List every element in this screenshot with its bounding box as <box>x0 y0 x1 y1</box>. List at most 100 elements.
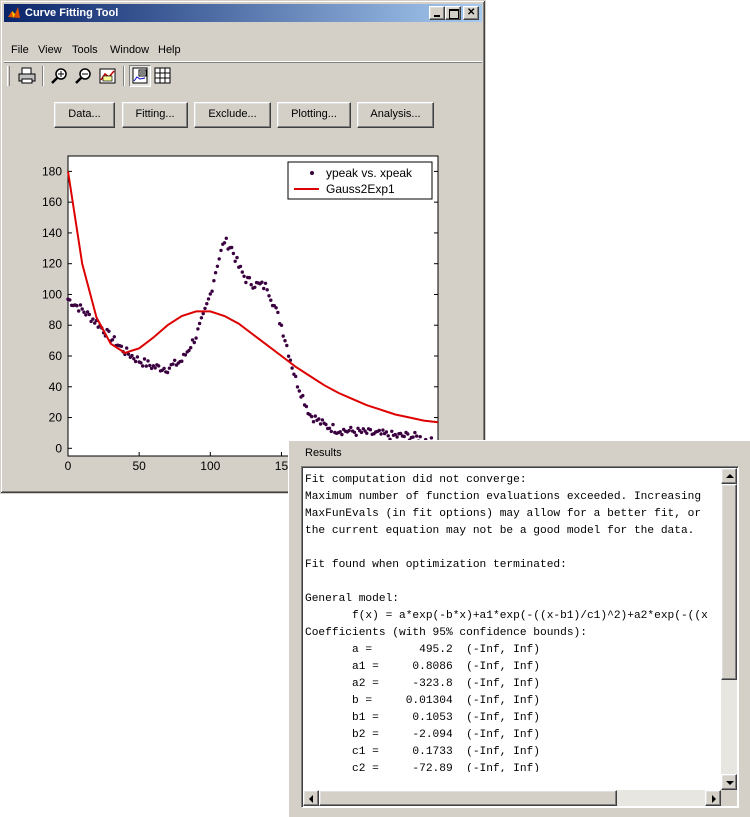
data-point <box>87 312 92 317</box>
data-point <box>144 364 148 368</box>
data-point <box>340 432 344 437</box>
data-point <box>274 306 278 310</box>
data-point <box>320 418 325 422</box>
legend-label-fit: Gauss2Exp1 <box>326 182 395 196</box>
data-point <box>180 359 184 363</box>
x-tick-label: 15 <box>275 459 289 473</box>
data-point <box>253 285 257 289</box>
data-point <box>386 434 390 438</box>
data-point <box>368 428 373 432</box>
y-tick-label: 180 <box>42 164 62 178</box>
data-point <box>197 321 202 326</box>
data-point <box>265 288 269 292</box>
data-point <box>301 393 305 398</box>
data-point <box>173 358 177 362</box>
data-point <box>263 281 268 285</box>
data-point <box>222 241 227 245</box>
data-point <box>146 359 150 363</box>
results-label: Results <box>305 447 342 459</box>
data-point <box>329 429 333 434</box>
horizontal-scroll-thumb[interactable] <box>319 790 617 806</box>
data-point <box>269 298 273 302</box>
data-point <box>206 297 211 301</box>
data-point <box>139 361 143 365</box>
data-point <box>205 302 209 306</box>
data-point <box>283 339 287 343</box>
data-point <box>80 307 84 311</box>
data-point <box>125 346 129 350</box>
scroll-down-button[interactable] <box>721 774 737 790</box>
data-point <box>324 422 328 427</box>
data-point <box>235 255 239 260</box>
data-point <box>285 343 289 348</box>
data-point <box>130 353 134 358</box>
y-tick-label: 140 <box>42 226 62 240</box>
data-point <box>199 316 204 320</box>
data-point <box>313 414 317 418</box>
data-point <box>157 364 161 368</box>
data-point <box>276 310 280 315</box>
data-point <box>311 420 316 424</box>
data-point <box>119 344 124 348</box>
data-point <box>91 317 95 321</box>
data-point <box>231 251 236 256</box>
scroll-right-button[interactable] <box>705 790 721 806</box>
arrow-right-icon <box>712 795 716 803</box>
data-point <box>286 354 291 358</box>
data-point <box>390 429 394 433</box>
vertical-scrollbar[interactable] <box>721 468 737 790</box>
data-point <box>75 304 79 308</box>
data-point <box>84 313 88 317</box>
data-point <box>78 303 83 307</box>
x-tick-label: 0 <box>65 459 72 473</box>
arrow-up-icon <box>726 474 734 478</box>
data-point <box>196 327 200 331</box>
legend-label-data: ypeak vs. xpeak <box>326 166 413 180</box>
data-point <box>267 294 271 298</box>
y-tick-label: 120 <box>42 257 62 271</box>
y-tick-label: 40 <box>49 380 63 394</box>
legend: ypeak vs. xpeak Gauss2Exp1 <box>287 161 433 200</box>
data-point <box>262 286 266 291</box>
data-point <box>304 404 309 409</box>
curve-fitting-window: Curve Fitting Tool ✕ File View Tools Win… <box>0 0 486 494</box>
vertical-scroll-thumb[interactable] <box>721 484 737 680</box>
y-tick-label: 100 <box>42 287 62 301</box>
data-point <box>217 257 221 261</box>
data-point <box>215 264 220 268</box>
data-point <box>260 280 264 284</box>
data-point <box>194 336 198 340</box>
data-point <box>224 236 228 240</box>
data-point <box>148 363 152 368</box>
data-point <box>247 276 252 280</box>
data-point <box>135 355 140 359</box>
data-point <box>210 289 214 293</box>
data-point <box>331 422 335 427</box>
data-point <box>212 279 216 283</box>
data-point <box>165 370 170 375</box>
arrow-left-icon <box>309 795 313 803</box>
data-point <box>233 259 237 263</box>
arrow-down-icon <box>726 781 734 785</box>
data-point <box>249 283 253 287</box>
data-point <box>110 338 115 342</box>
data-point <box>359 430 364 435</box>
data-point <box>242 274 246 278</box>
data-point <box>317 417 321 421</box>
horizontal-scrollbar[interactable] <box>303 790 721 806</box>
y-tick-label: 60 <box>49 349 63 363</box>
data-point <box>402 434 406 439</box>
scroll-up-button[interactable] <box>721 468 737 484</box>
data-point <box>132 357 136 361</box>
data-point <box>377 428 381 433</box>
data-point <box>171 362 175 366</box>
legend-marker-dots <box>310 171 314 175</box>
results-window: Results Fit computation did not converge… <box>288 440 750 817</box>
fit-plot[interactable]: 0 20 40 60 80 100 120 140 160 180 0 50 100 15 ypeak v… <box>1 1 487 495</box>
data-point <box>238 264 243 269</box>
data-point <box>167 366 172 370</box>
results-text-area[interactable]: Fit computation did not converge: Maximu… <box>301 466 739 808</box>
data-point <box>208 292 212 296</box>
scroll-left-button[interactable] <box>303 790 319 806</box>
data-point <box>189 346 193 350</box>
